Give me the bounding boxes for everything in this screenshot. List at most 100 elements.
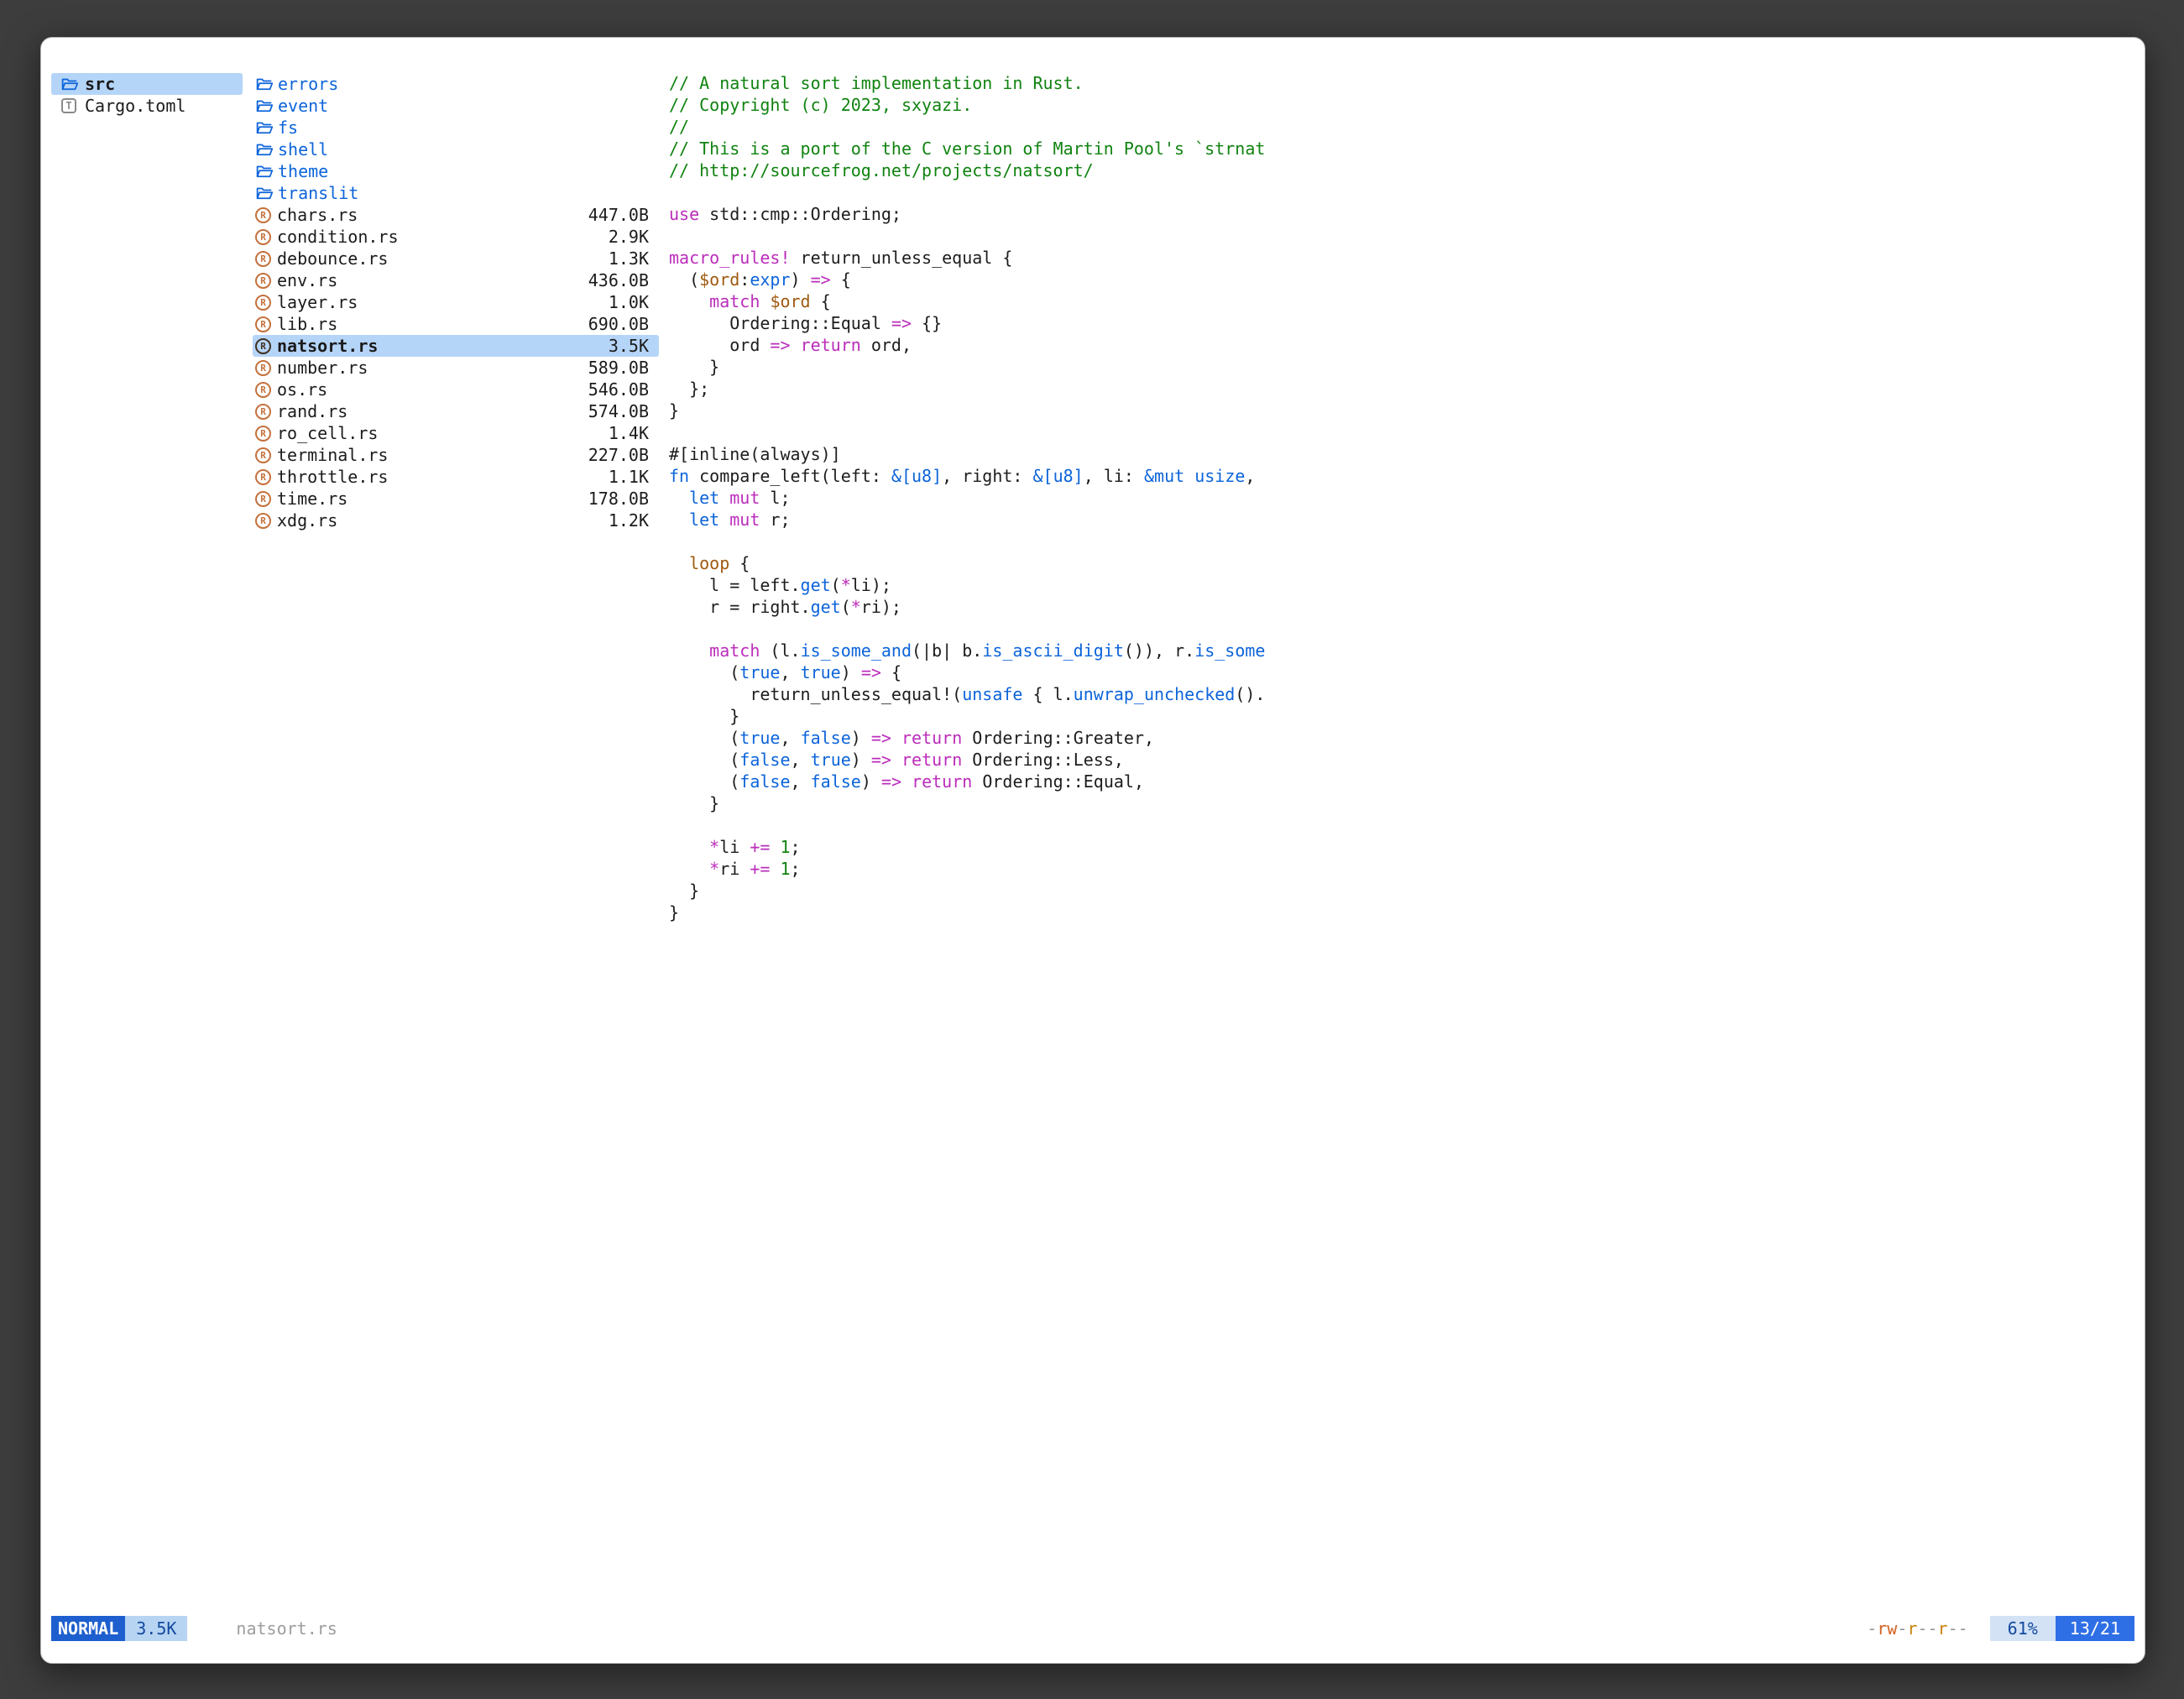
code-line: match (l.is_some_and(|b| b.is_ascii_digi…	[669, 640, 2131, 662]
item-label: throttle.rs	[277, 467, 388, 487]
code-line: }	[669, 357, 2131, 379]
file-row-chars.rs[interactable]: Rchars.rs 447.0B	[253, 204, 659, 226]
item-label: condition.rs	[277, 227, 399, 247]
file-row-fs[interactable]: fs	[253, 117, 659, 139]
file-size: 178.0B	[588, 489, 649, 509]
file-row-terminal.rs[interactable]: Rterminal.rs227.0B	[253, 444, 659, 466]
file-size: 447.0B	[588, 205, 649, 225]
item-label: errors	[278, 74, 338, 94]
code-line: ord => return ord,	[669, 335, 2131, 357]
code-line: r = right.get(*ri);	[669, 597, 2131, 619]
status-file-size: 3.5K	[125, 1616, 187, 1641]
file-row-shell[interactable]: shell	[253, 139, 659, 160]
file-size: 1.1K	[609, 467, 649, 487]
code-line: use std::cmp::Ordering;	[669, 204, 2131, 226]
code-line: }	[669, 793, 2131, 815]
file-size: 574.0B	[588, 401, 649, 421]
rust-file-icon: R	[255, 447, 271, 463]
file-row-xdg.rs[interactable]: Rxdg.rs1.2K	[253, 510, 659, 531]
file-row-layer.rs[interactable]: Rlayer.rs1.0K	[253, 291, 659, 313]
toml-file-icon: T	[61, 98, 76, 113]
file-size: 1.4K	[609, 423, 649, 443]
folder-open-icon	[254, 184, 273, 202]
mode-indicator: NORMAL	[51, 1616, 125, 1641]
item-label: rand.rs	[277, 401, 347, 421]
code-line: return_unless_equal!(unsafe { l.unwrap_u…	[669, 684, 2131, 706]
item-label: time.rs	[277, 489, 347, 509]
item-label: debounce.rs	[277, 248, 388, 269]
code-line: }	[669, 400, 2131, 422]
current-pane: errorseventfsshellthemetranslitRchars.rs…	[253, 73, 659, 531]
code-line	[669, 619, 2131, 640]
code-line: *ri += 1;	[669, 859, 2131, 881]
code-line: }	[669, 706, 2131, 728]
item-label: env.rs	[277, 270, 337, 290]
file-size: 546.0B	[588, 379, 649, 400]
item-label: xdg.rs	[277, 510, 337, 531]
file-row-natsort.rs[interactable]: Rnatsort.rs 3.5K	[253, 335, 659, 357]
folder-open-icon	[254, 118, 273, 137]
file-size: 1.3K	[609, 248, 649, 269]
folder-open-icon	[254, 162, 273, 180]
file-row-env.rs[interactable]: Renv.rs436.0B	[253, 269, 659, 291]
file-row-debounce.rs[interactable]: Rdebounce.rs1.3K	[253, 248, 659, 269]
code-line: (true, false) => return Ordering::Greate…	[669, 728, 2131, 750]
code-line: ($ord:expr) => {	[669, 269, 2131, 291]
file-row-theme[interactable]: theme	[253, 160, 659, 182]
code-line: (false, false) => return Ordering::Equal…	[669, 771, 2131, 793]
folder-open-icon	[254, 97, 273, 115]
item-label: shell	[278, 139, 328, 159]
file-row-time.rs[interactable]: Rtime.rs178.0B	[253, 488, 659, 510]
code-line: let mut l;	[669, 488, 2131, 510]
file-size: 227.0B	[588, 445, 649, 465]
file-row-os.rs[interactable]: Ros.rs546.0B	[253, 379, 659, 400]
rust-file-icon: R	[255, 426, 271, 442]
file-row-ro_cell.rs[interactable]: Rro_cell.rs 1.4K	[253, 422, 659, 444]
code-line: // A natural sort implementation in Rust…	[669, 73, 2131, 95]
code-line: *li += 1;	[669, 837, 2131, 859]
code-line: let mut r;	[669, 510, 2131, 531]
preview-pane: // A natural sort implementation in Rust…	[669, 73, 2131, 1604]
code-line: //	[669, 117, 2131, 139]
status-permissions: -rw-r--r--	[1867, 1618, 1967, 1639]
item-label: natsort.rs	[277, 336, 378, 356]
item-label: translit	[278, 183, 358, 203]
file-size: 436.0B	[588, 270, 649, 290]
file-row-condition.rs[interactable]: Rcondition.rs2.9K	[253, 226, 659, 248]
file-row-translit[interactable]: translit	[253, 182, 659, 204]
code-line: fn compare_left(left: &[u8], right: &[u8…	[669, 466, 2131, 488]
rust-file-icon: R	[255, 338, 271, 354]
rust-file-icon: R	[255, 295, 271, 311]
item-label: chars.rs	[277, 205, 358, 225]
code-line	[669, 815, 2131, 837]
file-row-lib.rs[interactable]: Rlib.rs690.0B	[253, 313, 659, 335]
file-row-throttle.rs[interactable]: Rthrottle.rs1.1K	[253, 466, 659, 488]
rust-file-icon: R	[255, 360, 271, 376]
item-label: event	[278, 96, 328, 116]
item-label: layer.rs	[277, 292, 358, 312]
code-line: macro_rules! return_unless_equal {	[669, 248, 2131, 269]
file-row-rand.rs[interactable]: Rrand.rs574.0B	[253, 400, 659, 422]
file-row-errors[interactable]: errors	[253, 73, 659, 95]
rust-file-icon: R	[255, 316, 271, 332]
status-scroll-percent: 61%	[1990, 1616, 2056, 1641]
code-line: match $ord {	[669, 291, 2131, 313]
file-size: 589.0B	[588, 358, 649, 378]
rust-file-icon: R	[255, 207, 271, 223]
folder-open-icon	[254, 140, 273, 159]
file-row-event[interactable]: event	[253, 95, 659, 117]
status-right-group: -rw-r--r-- 61% 13/21	[1867, 1616, 2134, 1641]
folder-open-icon	[60, 75, 78, 93]
item-label: lib.rs	[277, 314, 337, 334]
item-label: ro_cell.rs	[277, 423, 378, 443]
file-row-number.rs[interactable]: Rnumber.rs589.0B	[253, 357, 659, 379]
code-line: // http://sourcefrog.net/projects/natsor…	[669, 160, 2131, 182]
desktop: { "app": {"name": "yazi-file-manager"}, …	[0, 0, 2184, 1699]
yazi-window: srcTCargo.toml errorseventfsshellthemetr…	[40, 37, 2145, 1664]
status-bar: NORMAL 3.5K natsort.rs -rw-r--r-- 61% 13…	[51, 1616, 2134, 1641]
parent-item-src[interactable]: src	[51, 73, 243, 95]
rust-file-icon: R	[255, 229, 271, 245]
parent-item-Cargo.toml[interactable]: TCargo.toml	[51, 95, 243, 117]
file-size: 3.5K	[609, 336, 649, 356]
item-label: os.rs	[277, 379, 327, 400]
